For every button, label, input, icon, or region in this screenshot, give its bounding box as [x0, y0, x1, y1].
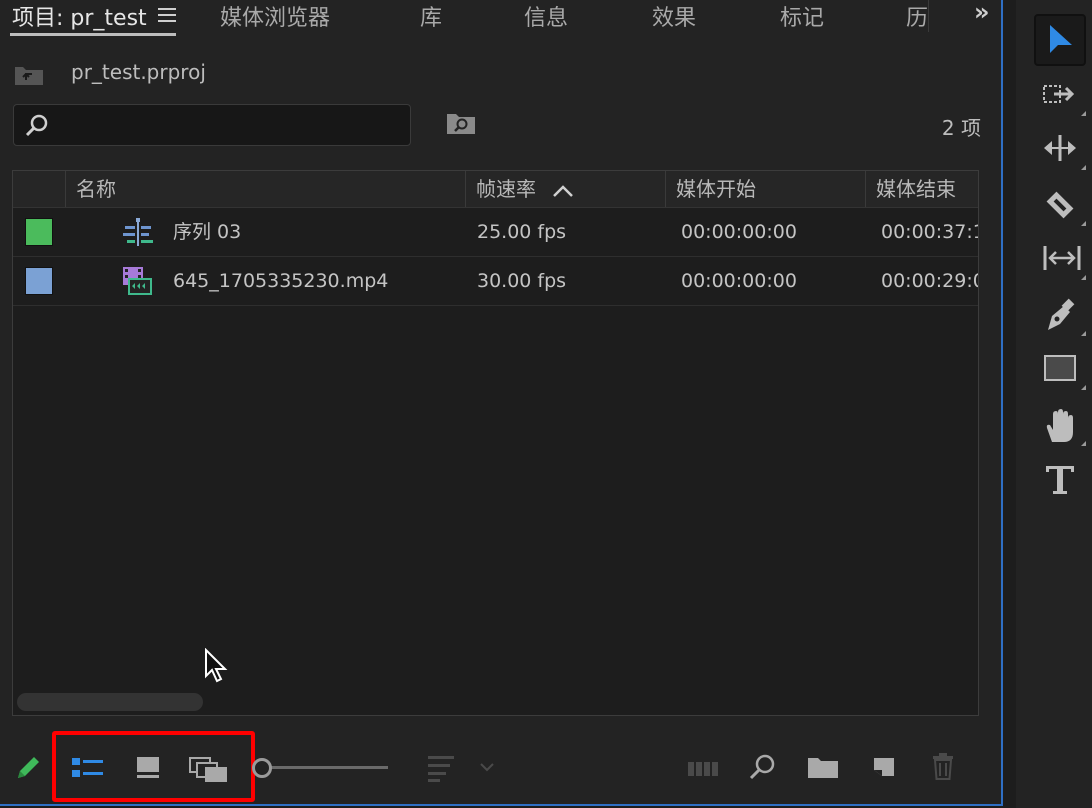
track-select-tool[interactable]: [1034, 70, 1086, 118]
sort-icon[interactable]: [424, 752, 458, 782]
selection-tool-icon: [1050, 25, 1072, 53]
search-input[interactable]: [60, 111, 404, 139]
tool-group-indicator: [1081, 275, 1086, 280]
automate-to-sequence-icon[interactable]: [686, 756, 720, 780]
column-header-frame-rate-label: 帧速率: [476, 177, 536, 201]
razor-tool[interactable]: [1034, 180, 1086, 228]
column-header-media-end[interactable]: 媒体结束: [865, 171, 978, 207]
tab-history[interactable]: 历: [906, 0, 928, 30]
label-column-header[interactable]: [13, 171, 65, 207]
table-row[interactable]: 序列 03 25.00 fps 00:00:00:00 00:00:37:1: [13, 208, 978, 257]
selection-tool[interactable]: [1034, 14, 1086, 66]
file-name[interactable]: 序列 03: [173, 208, 241, 256]
track-select-tool-icon: [1043, 85, 1075, 103]
label-color-swatch[interactable]: [25, 267, 53, 295]
tool-group-indicator: [1081, 331, 1086, 336]
column-header-media-start[interactable]: 媒体开始: [665, 171, 865, 207]
project-panel: 项目: pr_test 媒体浏览器 库 信息 效果 标记 历 » pr_test…: [0, 0, 1003, 806]
rectangle-tool[interactable]: [1034, 344, 1086, 392]
file-list: 名称 帧速率 媒体开始 媒体结束 序列 03 25.00 fps 00:00:0…: [12, 170, 979, 716]
type-tool-icon: [1046, 466, 1074, 494]
trash-icon[interactable]: [928, 750, 958, 782]
up-folder-icon[interactable]: [14, 64, 44, 86]
frame-rate: 30.00 fps: [477, 270, 567, 292]
mouse-cursor-icon: [205, 648, 228, 683]
new-item-icon[interactable]: [868, 752, 898, 782]
pen-tool[interactable]: [1034, 290, 1086, 338]
project-file-name: pr_test.prproj: [71, 60, 206, 84]
tab-info[interactable]: 信息: [524, 0, 568, 31]
file-name[interactable]: 645_1705335230.mp4: [173, 257, 388, 305]
pen-tool-icon: [1048, 298, 1075, 330]
slip-tool[interactable]: [1034, 234, 1086, 282]
tab-divider: [928, 0, 929, 32]
search-icon: [25, 114, 48, 137]
label-color-swatch[interactable]: [25, 218, 53, 246]
tab-project[interactable]: 项目: pr_test: [12, 0, 147, 31]
media-end: 00:00:29:0: [881, 270, 979, 292]
rectangle-tool-icon: [1044, 355, 1076, 381]
item-count: 2 项: [941, 116, 981, 140]
table-row[interactable]: 645_1705335230.mp4 30.00 fps 00:00:00:00…: [13, 257, 978, 306]
panel-menu-icon[interactable]: [158, 8, 176, 22]
media-start: 00:00:00:00: [681, 221, 797, 243]
zoom-slider-handle[interactable]: [252, 758, 272, 778]
tool-group-indicator: [1081, 441, 1086, 446]
sort-ascending-icon: [553, 184, 574, 197]
video-clip-icon: [123, 267, 152, 295]
tab-media-browser[interactable]: 媒体浏览器: [220, 0, 330, 31]
pencil-icon[interactable]: [12, 752, 44, 784]
razor-tool-icon: [1046, 191, 1074, 219]
tool-group-indicator: [1081, 111, 1086, 116]
tool-group-indicator: [1081, 221, 1086, 226]
column-header-name[interactable]: 名称: [65, 171, 465, 207]
frame-rate: 25.00 fps: [477, 221, 567, 243]
ripple-edit-tool[interactable]: [1034, 124, 1086, 172]
header-row: 名称 帧速率 媒体开始 媒体结束: [13, 171, 978, 208]
tool-group-indicator: [1081, 165, 1086, 170]
media-start: 00:00:00:00: [681, 270, 797, 292]
type-tool[interactable]: [1034, 454, 1086, 502]
sequence-icon: [123, 218, 153, 246]
column-header-name-label: 名称: [76, 177, 116, 201]
ripple-edit-tool-icon: [1044, 135, 1076, 161]
horizontal-scrollbar[interactable]: [17, 693, 203, 711]
tab-markers[interactable]: 标记: [780, 0, 824, 31]
zoom-slider-track[interactable]: [262, 766, 388, 769]
column-header-frame-rate[interactable]: 帧速率: [465, 171, 665, 207]
new-bin-icon[interactable]: [806, 754, 840, 780]
view-mode-highlight: [52, 731, 255, 802]
search-box[interactable]: [13, 104, 411, 146]
find-icon[interactable]: [748, 752, 778, 782]
tab-libraries[interactable]: 库: [420, 0, 442, 31]
chevron-down-icon[interactable]: [478, 760, 496, 774]
tool-group-indicator: [1081, 385, 1086, 390]
hand-tool[interactable]: [1034, 400, 1086, 448]
tools-panel: [1016, 0, 1092, 808]
column-header-media-start-label: 媒体开始: [676, 177, 756, 201]
slip-tool-icon: [1043, 246, 1081, 270]
tab-effects[interactable]: 效果: [652, 0, 696, 31]
hand-tool-icon: [1046, 409, 1073, 442]
new-search-bin-icon[interactable]: [446, 110, 476, 136]
column-header-media-end-label: 媒体结束: [876, 177, 956, 201]
media-end: 00:00:37:1: [881, 221, 979, 243]
tab-overflow-icon[interactable]: »: [974, 0, 990, 26]
active-tab-underline: [10, 33, 176, 36]
